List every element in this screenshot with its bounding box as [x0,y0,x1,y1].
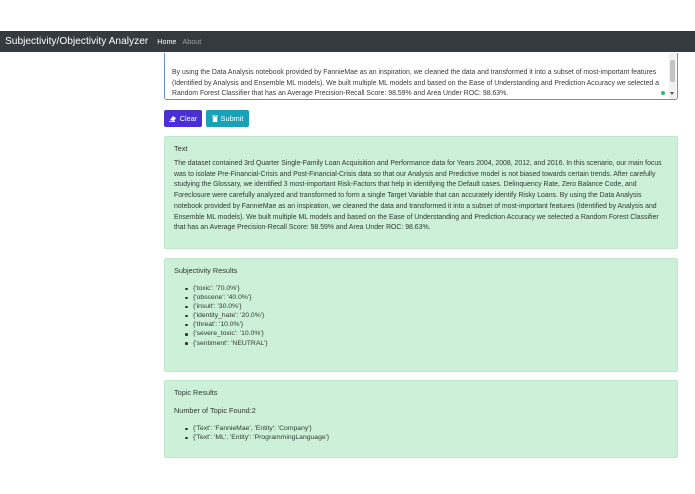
nav-link-home[interactable]: Home [157,37,176,46]
text-input[interactable]: By using the Data Analysis notebook prov… [164,53,678,100]
grammar-status-icon [661,91,665,95]
scrollbar-thumb[interactable] [670,60,675,82]
text-input-scrollbar[interactable] [669,53,676,99]
eraser-icon [168,115,177,122]
subjectivity-card: Subjectivity Results {'toxic': '70.0%'} … [164,258,678,372]
scroll-down-arrow-icon[interactable] [670,92,674,95]
trash-icon [211,115,218,122]
topic-card-title: Topic Results [174,388,218,397]
list-item: {'severe_toxic': '10.0%'} [185,329,268,338]
list-item: {'obscene': '40.0%'} [185,293,268,302]
topic-card: Topic Results Number of Topic Found:2 {'… [164,380,678,458]
list-item: {'Text': 'ML', 'Entity': 'ProgrammingLan… [185,433,329,442]
nav-link-about[interactable]: About [182,37,201,46]
submit-button-label: Submit [220,114,244,123]
topic-list: {'Text': 'FannieMae', 'Entity': 'Company… [185,424,329,442]
list-item: {'identity_hate': '20.0%'} [185,311,268,320]
topic-count: Number of Topic Found:2 [174,406,256,415]
list-item: {'sentiment': 'NEUTRAL'} [185,339,268,348]
subjectivity-card-title: Subjectivity Results [174,266,238,275]
list-item: {'threat': '10.0%'} [185,320,268,329]
subjectivity-list: {'toxic': '70.0%'} {'obscene': '40.0%'} … [185,284,268,348]
list-item: {'insult': '30.0%'} [185,302,268,311]
clear-button-label: Clear [179,114,198,123]
clear-button[interactable]: Clear [164,110,202,127]
navbar-brand[interactable]: Subjectivity/Objectivity Analyzer [5,36,148,47]
navbar: Subjectivity/Objectivity Analyzer Home A… [0,31,695,52]
list-item: {'Text': 'FannieMae', 'Entity': 'Company… [185,424,329,433]
text-input-value[interactable]: By using the Data Analysis notebook prov… [172,68,668,99]
list-item: {'toxic': '70.0%'} [185,284,268,293]
submit-button[interactable]: Submit [206,110,249,127]
text-card-body: The dataset contained 3rd Quarter Single… [174,160,662,232]
text-card-title: Text [174,144,188,153]
text-card: Text The dataset contained 3rd Quarter S… [164,136,678,249]
